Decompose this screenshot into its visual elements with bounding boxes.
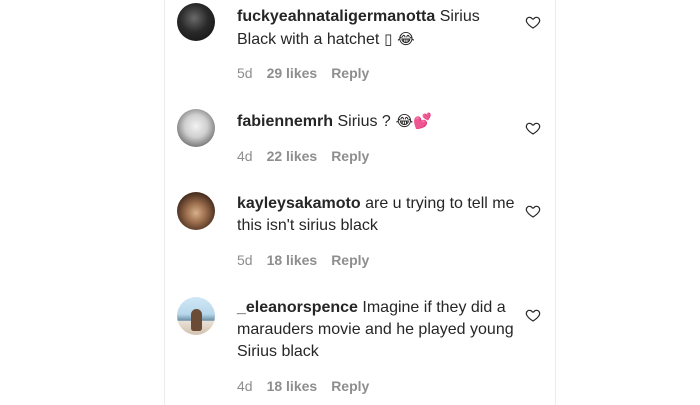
comment-body: fabiennemrh Sirius ? 😂💕	[237, 110, 517, 133]
comment-likes[interactable]: 22 likes	[267, 148, 318, 164]
comments-panel: fuckyeahnataligermanotta Sirius Black wi…	[164, 0, 556, 405]
comment-time[interactable]: 4d	[237, 148, 253, 164]
comment-time[interactable]: 5d	[237, 252, 253, 268]
avatar[interactable]	[177, 297, 215, 335]
comment-likes[interactable]: 18 likes	[267, 252, 318, 268]
comment-emoji: ▯ 😂	[379, 30, 415, 48]
comment-likes[interactable]: 29 likes	[267, 65, 318, 81]
comment-username[interactable]: fuckyeahnataligermanotta	[237, 8, 435, 25]
comment-likes[interactable]: 18 likes	[267, 378, 318, 394]
comment-meta: 4d 22 likes Reply	[237, 148, 383, 164]
comment-meta: 5d 29 likes Reply	[237, 65, 383, 81]
reply-button[interactable]: Reply	[331, 65, 369, 81]
comment-meta: 4d 18 likes Reply	[237, 378, 383, 394]
reply-button[interactable]: Reply	[331, 252, 369, 268]
reply-button[interactable]: Reply	[331, 378, 369, 394]
comment-username[interactable]: _eleanorspence	[237, 299, 358, 316]
comment-time[interactable]: 4d	[237, 378, 253, 394]
comment-emoji: 😂💕	[390, 112, 432, 130]
comment-username[interactable]: kayleysakamoto	[237, 195, 361, 212]
heart-outline-icon[interactable]	[525, 307, 541, 323]
comment-time[interactable]: 5d	[237, 65, 253, 81]
comment-text: Sirius ?	[333, 113, 391, 130]
heart-outline-icon[interactable]	[525, 120, 541, 136]
comment-body: kayleysakamoto are u trying to tell me t…	[237, 193, 517, 237]
comment-body: _eleanorspence Imagine if they did a mar…	[237, 297, 517, 363]
avatar[interactable]	[177, 3, 215, 41]
comment-meta: 5d 18 likes Reply	[237, 252, 383, 268]
heart-outline-icon[interactable]	[525, 203, 541, 219]
comment-body: fuckyeahnataligermanotta Sirius Black wi…	[237, 6, 517, 51]
reply-button[interactable]: Reply	[331, 148, 369, 164]
comment-username[interactable]: fabiennemrh	[237, 113, 333, 130]
avatar[interactable]	[177, 192, 215, 230]
avatar[interactable]	[177, 109, 215, 147]
heart-outline-icon[interactable]	[525, 14, 541, 30]
